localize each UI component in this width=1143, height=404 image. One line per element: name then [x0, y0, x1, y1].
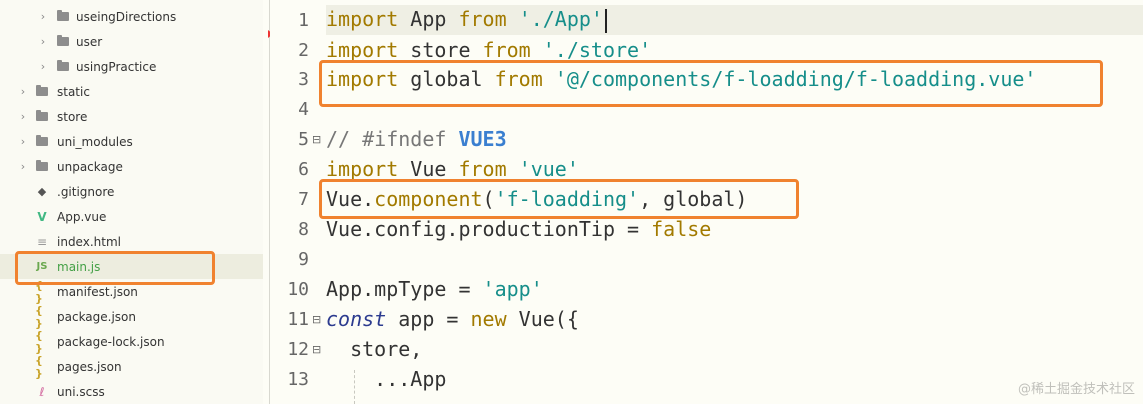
code-line[interactable]: 9 — [270, 244, 1143, 274]
vue-file-icon: V — [37, 209, 47, 224]
fold-toggle-icon[interactable]: ⊟ — [312, 343, 321, 356]
tree-item-useingDirections[interactable]: › useingDirections — [0, 4, 263, 29]
file-explorer-sidebar: › useingDirections › user › usingPractic… — [0, 0, 263, 404]
folder-icon — [56, 10, 70, 23]
chevron-right-icon[interactable]: › — [18, 135, 28, 148]
folder-icon — [56, 60, 70, 73]
code-line[interactable]: 10 App.mpType = 'app' — [270, 274, 1143, 304]
tree-item-label: unpackage — [57, 159, 123, 174]
folder-icon — [56, 35, 70, 48]
tree-item-package-json[interactable]: { } package.json — [0, 303, 263, 330]
tree-item-label: .gitignore — [57, 184, 115, 199]
line-number: 13 — [287, 368, 309, 390]
code-text: import App from './App' — [326, 7, 607, 33]
code-text: store, — [326, 337, 423, 361]
indent-guide — [354, 370, 355, 404]
line-number: 3 — [298, 68, 309, 90]
fold-toggle-icon[interactable]: ⊟ — [312, 313, 321, 326]
html-file-icon: ≡ — [36, 234, 48, 249]
highlight-box-main-js — [15, 251, 215, 285]
tree-item-uni-modules[interactable]: › uni_modules — [0, 129, 263, 154]
folder-icon — [35, 160, 49, 173]
chevron-right-icon[interactable]: › — [18, 85, 28, 98]
chevron-right-icon[interactable]: › — [38, 10, 48, 23]
highlight-box-component-register — [319, 179, 799, 219]
tree-item-label: user — [76, 34, 103, 49]
tree-item-label: package-lock.json — [57, 334, 165, 349]
code-text: // #ifndef VUE3 — [326, 127, 507, 151]
highlight-box-import-global — [319, 60, 1103, 107]
tree-item-label: App.vue — [57, 209, 107, 224]
tree-item-label: store — [57, 109, 88, 124]
line-number: 6 — [298, 158, 309, 180]
tree-item-unpackage[interactable]: › unpackage — [0, 154, 263, 179]
folder-icon — [35, 110, 49, 123]
tree-item-user[interactable]: › user — [0, 29, 263, 54]
tree-item-pages-json[interactable]: { } pages.json — [0, 353, 263, 380]
tree-item-label: static — [57, 84, 90, 99]
tree-item-label: uni_modules — [57, 134, 133, 149]
line-number: 9 — [298, 248, 309, 270]
line-number: 8 — [298, 218, 309, 240]
tree-item-app-vue[interactable]: V App.vue — [0, 204, 263, 229]
tree-item-gitignore[interactable]: ◆ .gitignore — [0, 179, 263, 204]
tree-item-uni-scss[interactable]: ℓ uni.scss — [0, 379, 263, 404]
fold-toggle-icon[interactable]: ⊟ — [312, 133, 321, 146]
tree-item-label: package.json — [57, 309, 137, 324]
tree-item-label: manifest.json — [57, 284, 138, 299]
line-number: 11 — [287, 308, 309, 330]
line-number: 10 — [287, 278, 309, 300]
code-text: App.mpType = 'app' — [326, 277, 543, 301]
chevron-right-icon[interactable]: › — [18, 160, 28, 173]
line-number: 5 — [298, 128, 309, 150]
tree-item-label: index.html — [57, 234, 121, 249]
json-file-icon: { } — [35, 353, 43, 380]
code-text: const app = new Vue({ — [326, 307, 579, 331]
chevron-right-icon[interactable]: › — [38, 60, 48, 73]
code-text: import store from './store' — [326, 38, 652, 62]
code-line[interactable]: 1 import App from './App' — [270, 5, 1143, 35]
json-file-icon: { } — [35, 303, 43, 330]
line-number: 2 — [298, 39, 309, 61]
scss-file-icon: ℓ — [39, 384, 45, 399]
code-line[interactable]: 5 ⊟ // #ifndef VUE3 — [270, 124, 1143, 154]
code-line[interactable]: 12 ⊟ store, — [270, 334, 1143, 364]
folder-icon — [35, 85, 49, 98]
tree-item-static[interactable]: › static — [0, 79, 263, 104]
text-cursor — [604, 8, 607, 33]
code-line[interactable]: 13 ...App — [270, 364, 1143, 394]
code-text: ...App — [326, 367, 447, 391]
chevron-right-icon[interactable]: › — [18, 110, 28, 123]
folder-icon — [35, 135, 49, 148]
watermark: @稀土掘金技术社区 — [1017, 382, 1135, 397]
tree-item-usingPractice[interactable]: › usingPractice — [0, 54, 263, 79]
code-line[interactable]: 11 ⊟ const app = new Vue({ — [270, 304, 1143, 334]
line-number: 4 — [298, 98, 309, 120]
git-file-icon: ◆ — [37, 185, 47, 198]
line-number: 7 — [298, 188, 309, 210]
line-number: 1 — [298, 9, 309, 31]
code-text: import Vue from 'vue' — [326, 157, 579, 181]
tree-item-label: pages.json — [57, 359, 122, 374]
tree-item-store[interactable]: › store — [0, 104, 263, 129]
tree-item-label: useingDirections — [76, 9, 177, 24]
chevron-right-icon[interactable]: › — [38, 35, 48, 48]
line-number: 12 — [287, 338, 309, 360]
tree-item-package-lock-json[interactable]: { } package-lock.json — [0, 328, 263, 355]
code-text: Vue.config.productionTip = false — [326, 217, 712, 241]
json-file-icon: { } — [35, 278, 43, 305]
json-file-icon: { } — [35, 328, 43, 355]
tree-item-label: uni.scss — [57, 384, 105, 399]
tree-item-label: usingPractice — [76, 59, 157, 74]
